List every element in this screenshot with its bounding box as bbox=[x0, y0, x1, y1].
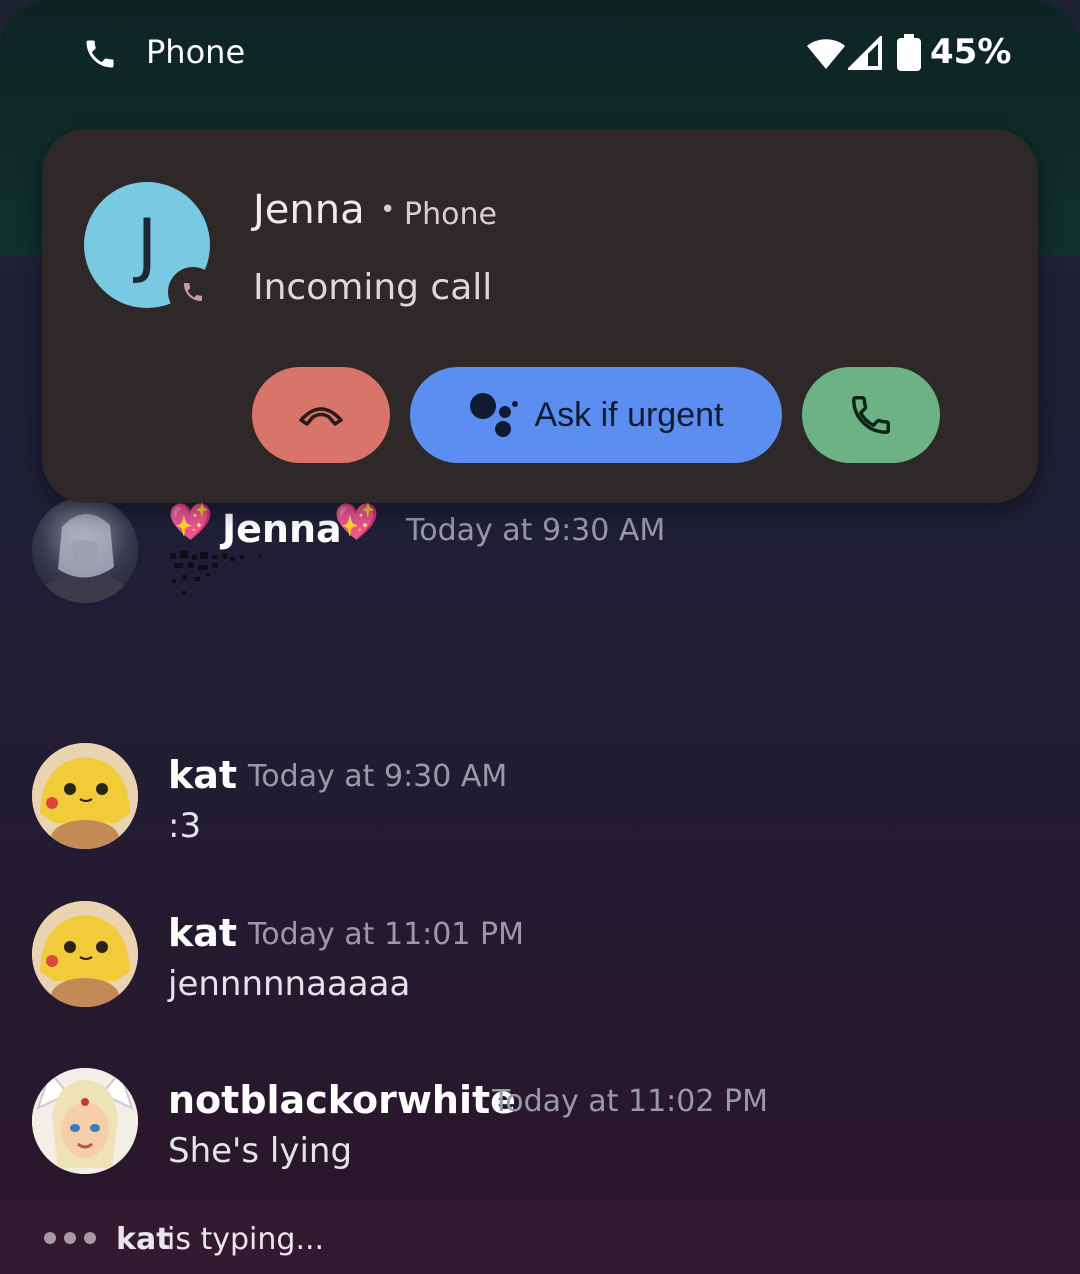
accept-call-button[interactable] bbox=[802, 367, 940, 463]
ask-if-urgent-button[interactable]: Ask if urgent bbox=[410, 367, 782, 463]
heart-emoji: 💖 bbox=[334, 502, 379, 543]
phone-icon bbox=[852, 396, 890, 434]
typing-indicator: kat is typing... bbox=[0, 1200, 1080, 1274]
heart-emoji: 💖 bbox=[168, 502, 213, 543]
decline-call-button[interactable] bbox=[252, 367, 390, 463]
google-assistant-icon bbox=[469, 393, 518, 437]
phone-badge-icon bbox=[168, 267, 218, 317]
caller-name: Jenna bbox=[253, 187, 365, 233]
avatar-image bbox=[32, 901, 138, 1007]
incoming-call-notification[interactable]: J Jenna • Phone Incoming call Ask if urg… bbox=[42, 129, 1038, 503]
status-app-label: Phone bbox=[146, 33, 246, 71]
avatar-image bbox=[32, 1068, 138, 1174]
hang-up-icon bbox=[299, 407, 343, 426]
redacted-text-scribble bbox=[170, 551, 261, 595]
typing-dots-icon bbox=[44, 1232, 96, 1244]
message-timestamp: Today at 11:02 PM bbox=[492, 1084, 768, 1119]
message-text: jennnnnaaaaa bbox=[168, 964, 411, 1004]
user-avatar[interactable] bbox=[32, 497, 138, 603]
status-bar: Phone 45% bbox=[0, 0, 1080, 110]
message-text: She's lying bbox=[168, 1131, 353, 1171]
battery-icon bbox=[897, 34, 921, 71]
phone-icon bbox=[86, 40, 114, 68]
username[interactable]: kat bbox=[168, 753, 237, 797]
typing-user: kat bbox=[116, 1222, 171, 1257]
user-avatar[interactable] bbox=[32, 1068, 138, 1174]
avatar-image bbox=[42, 513, 128, 603]
username[interactable]: Jenna bbox=[222, 507, 342, 551]
screen: Phone 45% 💖 Jenna 💖 Today at 9:30 AM kat… bbox=[0, 0, 1080, 1274]
message-text: :3 bbox=[168, 806, 202, 846]
call-status: Incoming call bbox=[253, 267, 493, 308]
ask-if-urgent-label: Ask if urgent bbox=[534, 395, 724, 434]
typing-text: is typing... bbox=[167, 1222, 325, 1257]
separator-dot: • bbox=[380, 195, 396, 225]
user-avatar[interactable] bbox=[32, 743, 138, 849]
notification-app-name: Phone bbox=[404, 197, 497, 232]
wifi-icon bbox=[807, 39, 845, 69]
avatar-image bbox=[32, 743, 138, 849]
signal-icon bbox=[848, 36, 882, 70]
username[interactable]: kat bbox=[168, 911, 237, 955]
message-timestamp: Today at 9:30 AM bbox=[248, 759, 508, 794]
username[interactable]: notblackorwhite bbox=[168, 1078, 516, 1122]
battery-percentage: 45% bbox=[930, 32, 1012, 72]
message-timestamp: Today at 9:30 AM bbox=[406, 513, 666, 548]
user-avatar[interactable] bbox=[32, 901, 138, 1007]
message-timestamp: Today at 11:01 PM bbox=[248, 917, 524, 952]
